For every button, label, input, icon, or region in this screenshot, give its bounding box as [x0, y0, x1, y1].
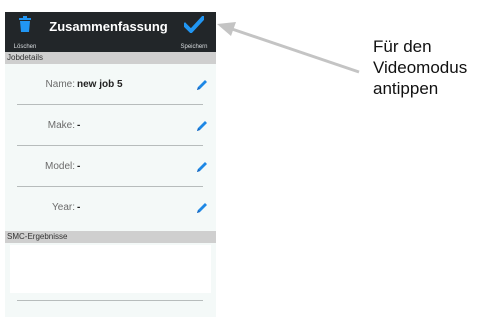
save-label: Speichern	[180, 44, 208, 50]
save-button[interactable]: Speichern	[172, 12, 216, 53]
pencil-icon[interactable]	[195, 160, 209, 174]
row-value: -	[77, 202, 81, 213]
row-label: Year:	[52, 202, 75, 213]
section-header-smc-results: SMC-Ergebnisse	[5, 231, 216, 243]
job-row-make[interactable]: Make: -	[17, 105, 215, 146]
smc-results-area	[10, 245, 211, 293]
row-value: new job 5	[77, 79, 123, 90]
trash-icon	[19, 16, 31, 32]
annotation-text: Für den Videomodus antippen	[373, 37, 468, 98]
pencil-icon[interactable]	[195, 201, 209, 215]
job-row-year[interactable]: Year: -	[17, 187, 215, 228]
row-label: Make:	[47, 120, 75, 131]
job-row-model[interactable]: Model: -	[17, 146, 215, 187]
delete-label: Löschen	[13, 44, 37, 50]
row-value: -	[77, 120, 81, 131]
app-screen: Löschen Zusammenfassung Speichern Jobdet…	[5, 12, 216, 317]
job-row-name[interactable]: Name: new job 5	[17, 64, 215, 105]
delete-button[interactable]: Löschen	[5, 12, 45, 53]
row-label: Model:	[44, 161, 75, 172]
checkmark-icon	[184, 16, 204, 33]
page-title: Zusammenfassung	[49, 19, 168, 34]
smc-divider	[17, 300, 203, 301]
pencil-icon[interactable]	[195, 119, 209, 133]
section-header-jobdetails: Jobdetails	[5, 52, 216, 64]
row-value: -	[77, 161, 81, 172]
row-label: Name:	[45, 79, 75, 90]
pencil-icon[interactable]	[195, 78, 209, 92]
top-app-bar: Löschen Zusammenfassung Speichern	[5, 12, 216, 53]
